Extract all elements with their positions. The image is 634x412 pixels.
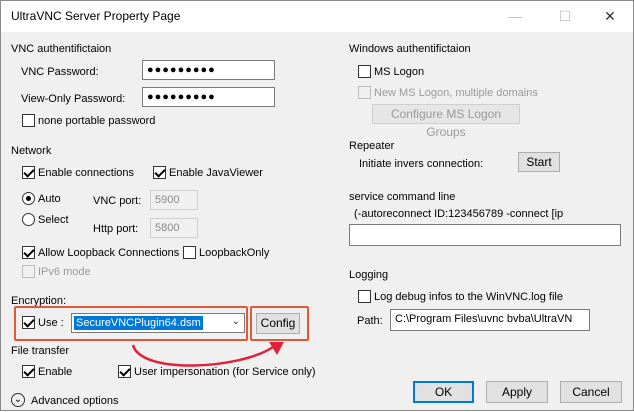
title-bar: UltraVNC Server Property Page — ☐ ✕ [1, 1, 633, 32]
http-port-label: Http port: [93, 223, 139, 235]
loopback-only-label: LoopbackOnly [199, 247, 270, 259]
file-transfer-enable-checkbox[interactable] [22, 365, 35, 378]
viewonly-password-input[interactable]: ●●●●●●●●● [142, 87, 275, 107]
auto-label: Auto [38, 193, 61, 205]
enable-connections-label: Enable connections [38, 167, 135, 179]
select-radio[interactable] [22, 213, 35, 226]
logging-heading: Logging [349, 269, 389, 281]
plugin-select[interactable]: SecureVNCPlugin64.dsm ⌄ [71, 313, 245, 333]
portable-password-label: none portable password [38, 115, 156, 127]
network-heading: Network [11, 145, 52, 157]
user-impersonation-checkbox[interactable] [118, 365, 131, 378]
enable-javaviewer-checkbox[interactable] [153, 166, 166, 179]
ms-logon-checkbox[interactable] [358, 65, 371, 78]
close-icon[interactable]: ✕ [587, 1, 633, 32]
vnc-auth-heading: VNC authentifictaion [11, 43, 112, 55]
use-encryption-checkbox[interactable] [22, 316, 35, 329]
ms-logon-label: MS Logon [374, 66, 425, 78]
service-command-input[interactable] [349, 224, 621, 246]
service-heading: service command line [349, 191, 456, 203]
ipv6-checkbox[interactable] [22, 265, 35, 278]
file-transfer-heading: File transfer [11, 345, 70, 357]
path-label: Path: [357, 315, 383, 327]
vnc-password-label: VNC Password: [21, 66, 99, 78]
cancel-button[interactable]: Cancel [560, 381, 622, 403]
portable-password-checkbox[interactable] [22, 114, 35, 127]
property-dialog: UltraVNC Server Property Page — ☐ ✕ VNC … [0, 0, 634, 411]
log-debug-label: Log debug infos to the WinVNC.log file [374, 291, 563, 303]
new-ms-logon-label: New MS Logon, multiple domains [374, 87, 538, 99]
ipv6-label: IPv6 mode [38, 266, 91, 278]
enable-connections-checkbox[interactable] [22, 166, 35, 179]
minimize-icon[interactable]: — [492, 1, 538, 32]
configure-groups-button[interactable]: Configure MS Logon Groups [372, 104, 520, 139]
file-transfer-enable-label: Enable [38, 366, 73, 378]
chevron-down-icon: ⌄ [231, 316, 240, 327]
auto-radio[interactable] [22, 192, 35, 205]
expand-chevron-icon[interactable]: ⌄ [11, 393, 25, 407]
start-button[interactable]: Start [518, 152, 560, 172]
service-command-text: (-autoreconnect ID:123456789 -connect [i… [354, 208, 564, 220]
apply-button[interactable]: Apply [486, 381, 548, 403]
maximize-icon[interactable]: ☐ [542, 1, 588, 32]
vnc-password-input[interactable]: ●●●●●●●●● [142, 60, 275, 80]
window-title: UltraVNC Server Property Page [11, 9, 181, 23]
new-ms-logon-checkbox[interactable] [358, 86, 371, 99]
allow-loopback-label: Allow Loopback Connections [38, 247, 180, 259]
plugin-selected-value: SecureVNCPlugin64.dsm [74, 316, 203, 330]
path-input[interactable]: C:\Program Files\uvnc bvba\UltraVN [390, 309, 590, 331]
log-debug-checkbox[interactable] [358, 290, 371, 303]
windows-auth-heading: Windows authentifictaion [349, 43, 471, 55]
viewonly-password-label: View-Only Password: [21, 93, 126, 105]
ok-button[interactable]: OK [413, 381, 474, 403]
advanced-options-link[interactable]: Advanced options [31, 394, 118, 408]
use-label: Use : [38, 317, 64, 329]
allow-loopback-checkbox[interactable] [22, 246, 35, 259]
loopback-only-checkbox[interactable] [183, 246, 196, 259]
user-impersonation-label: User impersonation (for Service only) [134, 366, 316, 378]
enable-javaviewer-label: Enable JavaViewer [169, 167, 263, 179]
vnc-port-label: VNC port: [93, 195, 142, 207]
repeater-heading: Repeater [349, 140, 395, 152]
http-port-input[interactable]: 5800 [150, 218, 198, 238]
select-label: Select [38, 214, 69, 226]
vnc-port-input[interactable]: 5900 [150, 190, 198, 210]
config-button[interactable]: Config [256, 313, 300, 334]
initiate-connection-label: Initiate invers connection: [359, 158, 484, 170]
